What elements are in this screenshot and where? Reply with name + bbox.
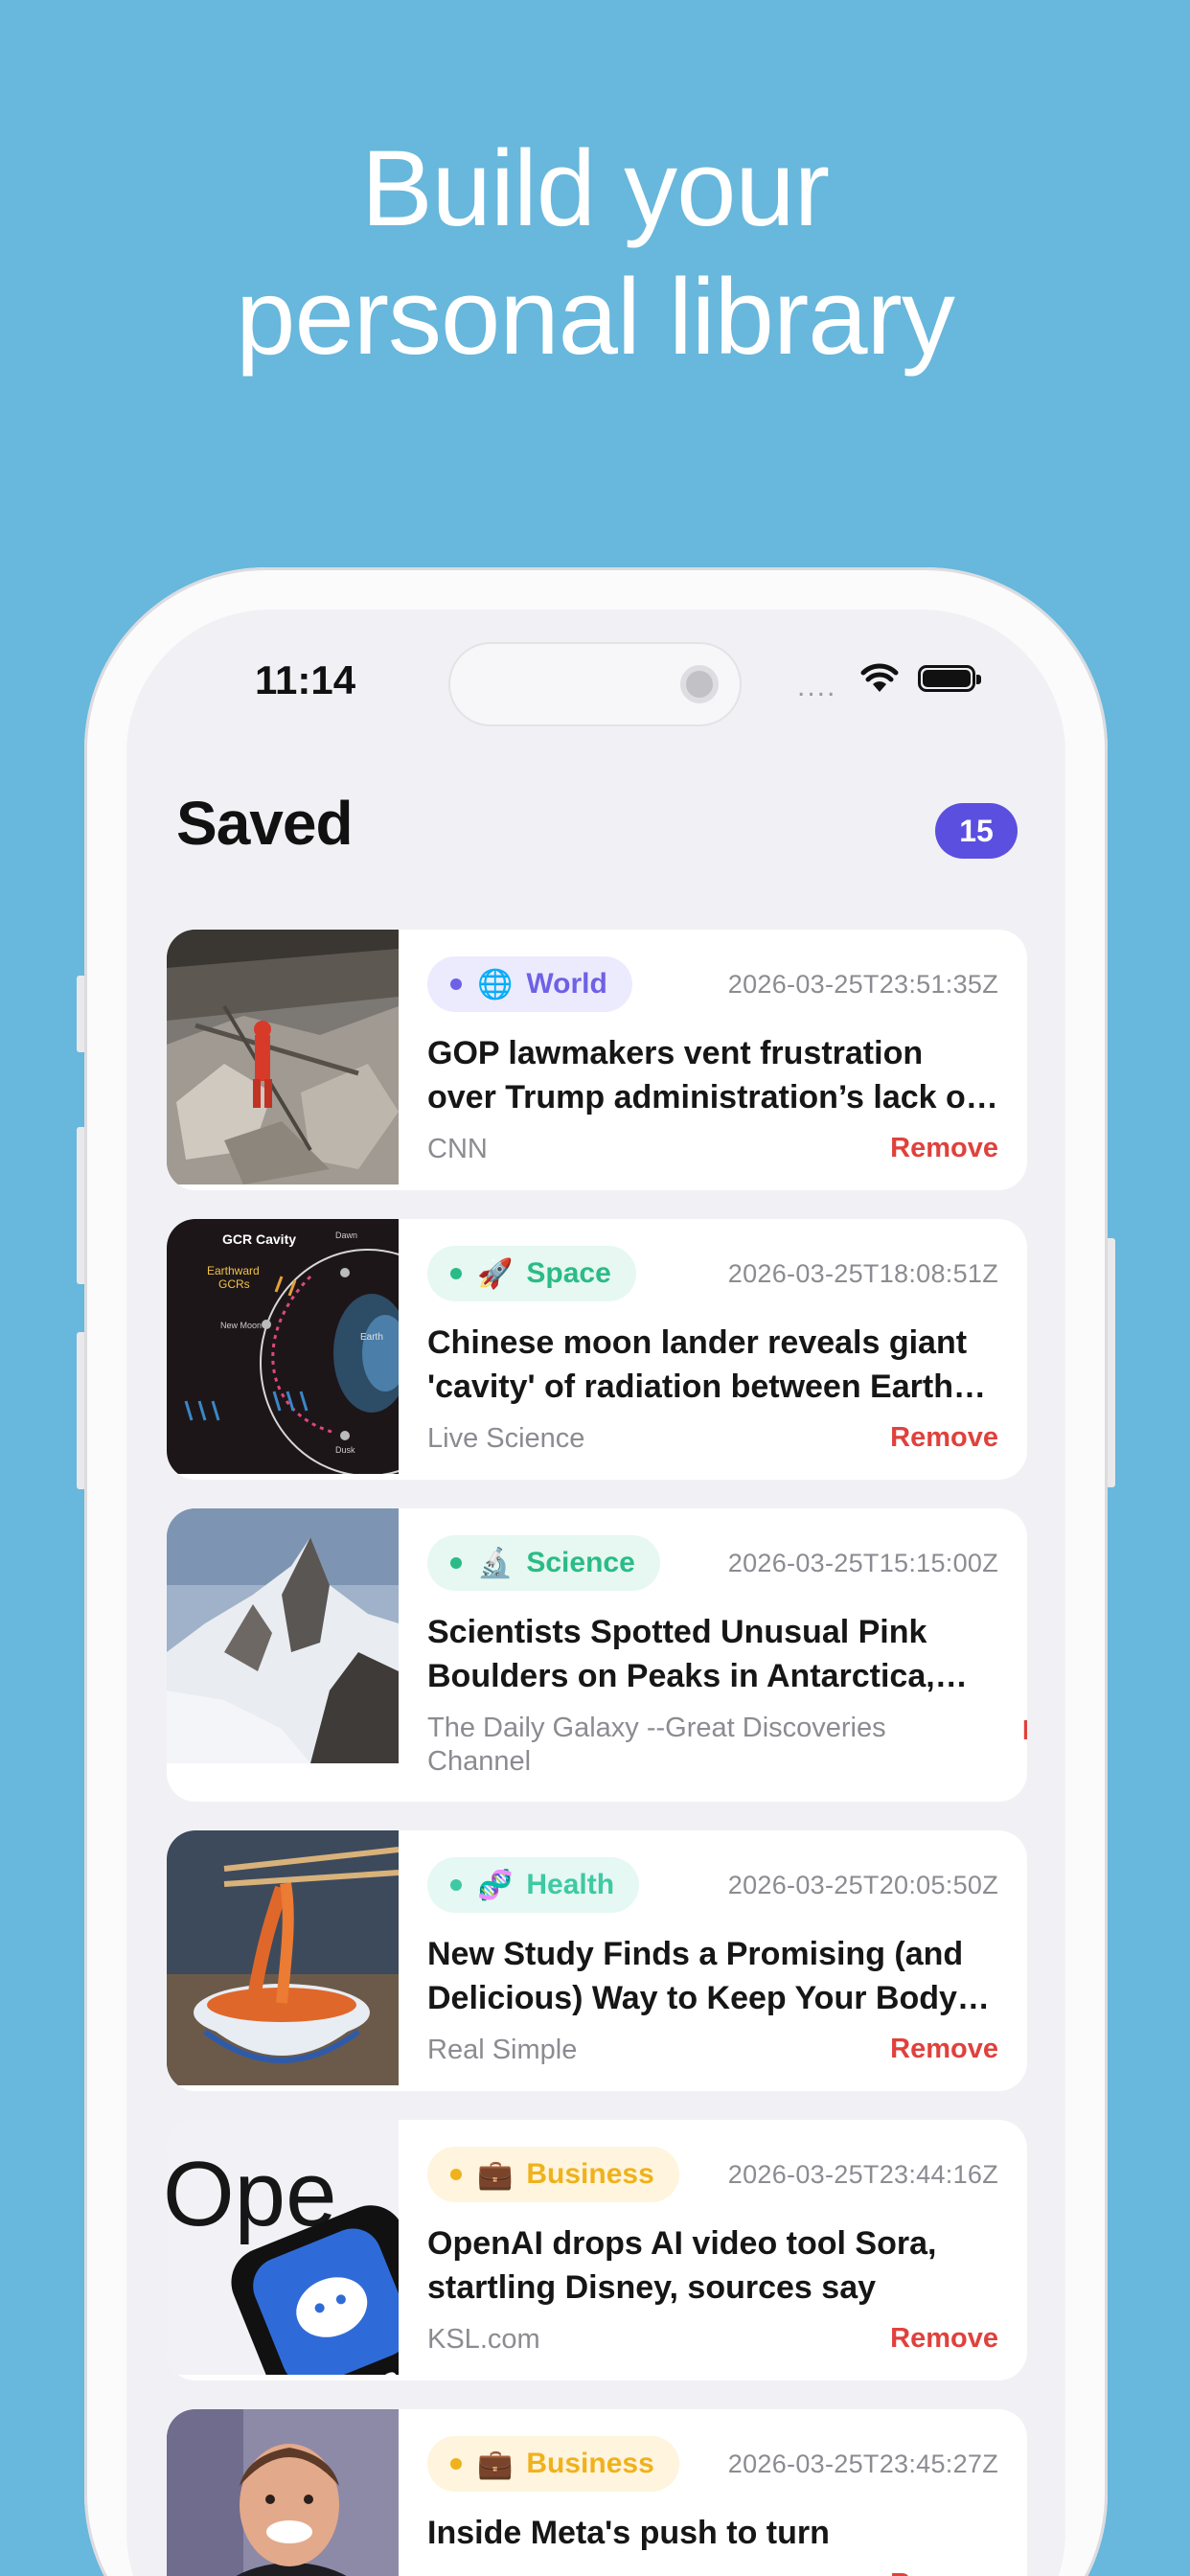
thumb-label-earth: Earth [360,1332,383,1343]
category-dot-icon [450,2169,462,2180]
thumb-label-earthward: Earthward [207,1264,260,1277]
article-timestamp: 2026-03-25T18:08:51Z [727,1259,998,1288]
category-dot-icon [450,978,462,990]
article-title[interactable]: Scientists Spotted Unusual Pink Boulders… [427,1610,998,1698]
headline-line-1: Build your [360,128,830,248]
article-source: KSL.com [427,2324,540,2355]
article-card[interactable]: 💼 Business 2026-03-25T23:45:27Z Inside M… [167,2409,1027,2576]
category-dot-icon [450,2458,462,2470]
battery-icon [918,665,981,692]
article-thumbnail [167,1830,399,2085]
article-card[interactable]: 🧬 Health 2026-03-25T20:05:50Z New Study … [167,1830,1027,2091]
article-title[interactable]: New Study Finds a Promising (and Delicio… [427,1932,998,2020]
article-source: Real Simple [427,2035,578,2065]
thumb-label-dawn: Dawn [335,1230,357,1240]
category-label: World [526,968,607,1000]
article-thumbnail: GCR Cavity Earthward GCRs Dawn New Moon … [167,1219,399,1474]
article-source: The Daily Galaxy --Great Discoveries Cha… [427,1713,886,1777]
category-label: Health [526,1869,615,1900]
marketing-headline: Build your personal library [0,125,1190,381]
remove-button[interactable]: Remove [890,1133,998,1164]
article-thumbnail [167,2409,399,2576]
thumb-label-new-moon: New Moon [220,1321,262,1330]
article-thumbnail [167,1508,399,1763]
camera-icon [680,665,719,703]
category-label: Space [526,1257,611,1289]
category-dot-icon [450,1268,462,1279]
article-timestamp: 2026-03-25T23:45:27Z [727,2450,998,2478]
category-label: Business [526,2448,654,2479]
phone-frame: 11:14 .... Saved 15 🌐 World 2026-03-25T2… [84,567,1108,2576]
article-source: CNN [427,1134,488,1164]
dynamic-island [448,642,742,726]
microscope-icon: 🔬 [477,1547,514,1579]
saved-articles-list: 🌐 World 2026-03-25T23:51:35Z GOP lawmake… [167,930,1027,2576]
category-tag: 💼 Business [427,2436,679,2492]
signal-dots-icon: .... [797,671,837,702]
article-timestamp: 2026-03-25T23:44:16Z [727,2160,998,2189]
category-label: Science [526,1547,635,1578]
remove-button[interactable]: Re [1022,1715,1027,1747]
thumb-label-dusk: Dusk [335,1445,355,1455]
dna-icon: 🧬 [477,1869,514,1901]
remove-button[interactable]: Remove [890,2323,998,2355]
category-tag: 🚀 Space [427,1246,636,1301]
article-card[interactable]: 🔬 Science 2026-03-25T15:15:00Z Scientist… [167,1508,1027,1802]
article-title[interactable]: GOP lawmakers vent frustration over Trum… [427,1031,998,1119]
category-dot-icon [450,1879,462,1891]
category-tag: 💼 Business [427,2147,679,2202]
article-title[interactable]: Chinese moon lander reveals giant 'cavit… [427,1321,998,1409]
briefcase-icon: 💼 [477,2158,514,2191]
remove-button[interactable]: Remove [890,2034,998,2065]
thumb-label-cavity: GCR Cavity [222,1231,296,1247]
globe-icon: 🌐 [477,968,514,1000]
phone-screen: 11:14 .... Saved 15 🌐 World 2026-03-25T2… [126,610,1065,2576]
category-tag: 🔬 Science [427,1535,660,1591]
saved-count-badge: 15 [935,803,1018,859]
thumb-label-gcrs: GCRs [218,1277,250,1291]
article-card[interactable]: 🌐 World 2026-03-25T23:51:35Z GOP lawmake… [167,930,1027,1190]
article-card[interactable]: Ope So 💼 [167,2120,1027,2380]
remove-button[interactable]: Remove [890,1422,998,1454]
article-timestamp: 2026-03-25T23:51:35Z [727,970,998,999]
article-thumbnail [167,930,399,1184]
status-time: 11:14 [255,657,356,702]
article-title[interactable]: Inside Meta's push to turn [427,2511,998,2555]
briefcase-icon: 💼 [477,2448,514,2480]
category-label: Business [526,2158,654,2190]
category-dot-icon [450,1557,462,1569]
article-timestamp: 2026-03-25T15:15:00Z [727,1549,998,1577]
category-tag: 🌐 World [427,956,632,1012]
headline-line-2: personal library [236,257,955,377]
article-title[interactable]: OpenAI drops AI video tool Sora, startli… [427,2221,998,2310]
page-title: Saved [176,789,354,858]
remove-button[interactable]: Remove [890,2568,998,2576]
category-tag: 🧬 Health [427,1857,640,1913]
article-timestamp: 2026-03-25T20:05:50Z [727,1871,998,1899]
rocket-icon: 🚀 [477,1257,514,1290]
article-source: Live Science [427,1423,585,1454]
article-card[interactable]: GCR Cavity Earthward GCRs Dawn New Moon … [167,1219,1027,1480]
wifi-icon [860,663,899,699]
article-thumbnail: Ope So [167,2120,399,2375]
